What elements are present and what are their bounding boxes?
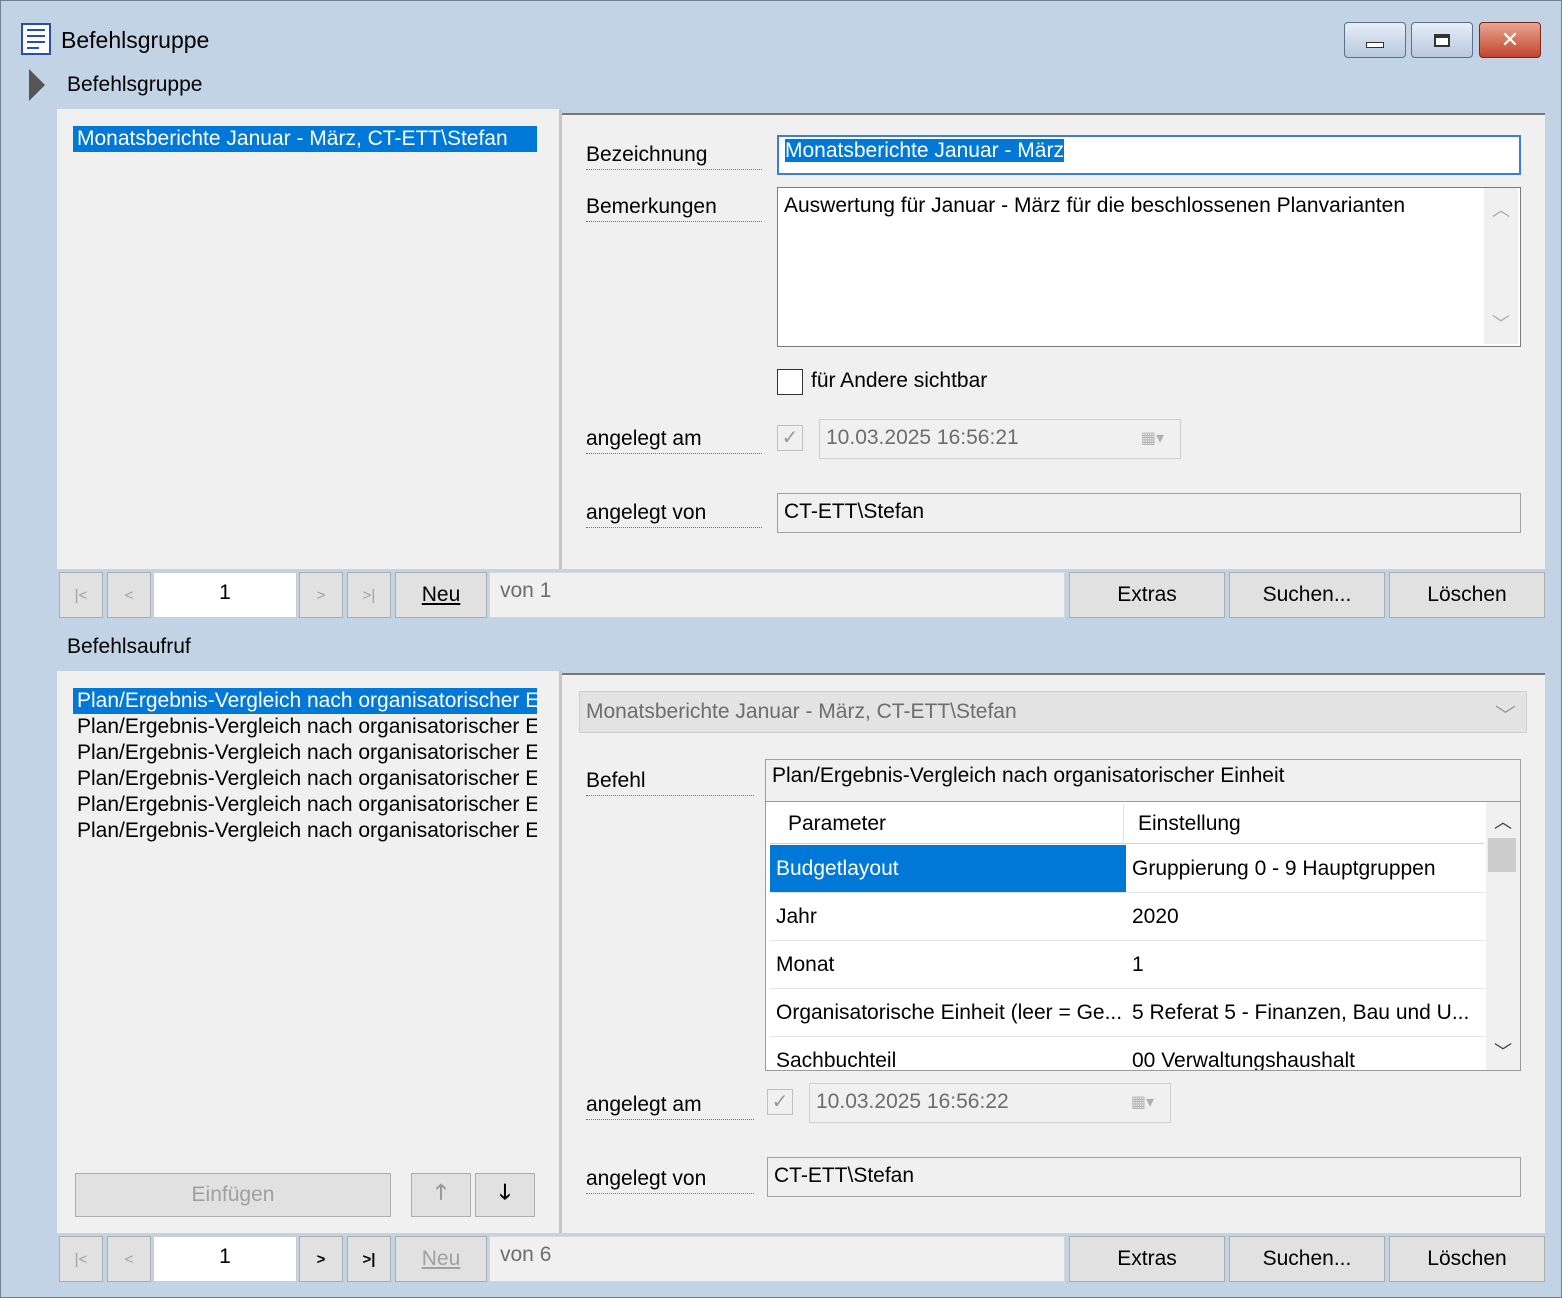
group-select-value: Monatsberichte Januar - März, CT-ETT\Ste… xyxy=(586,700,1017,723)
last-record-button[interactable]: >| xyxy=(347,572,391,618)
arrow-down-icon: 🡓 xyxy=(499,1180,511,1204)
suchen-button[interactable]: Suchen... xyxy=(1229,572,1385,618)
aufruf-loeschen-button[interactable]: Löschen xyxy=(1389,1236,1545,1282)
angelegt-am-checkbox: ✓ xyxy=(777,425,803,451)
sichtbar-checkbox[interactable] xyxy=(777,369,803,395)
grid-value-cell[interactable]: 1 xyxy=(1126,941,1484,989)
scroll-thumb[interactable] xyxy=(1488,838,1516,872)
aufruf-next-record-button[interactable]: > xyxy=(299,1236,343,1282)
aufruf-record-count: von 6 xyxy=(489,1236,1065,1282)
aufruf-angelegt-am-checkbox: ✓ xyxy=(767,1089,793,1115)
einfuegen-button[interactable]: Einfügen xyxy=(75,1173,391,1217)
bemerkungen-value: Auswertung für Januar - März für die bes… xyxy=(784,194,1405,217)
grid-value-cell[interactable]: 2020 xyxy=(1126,893,1484,941)
neu-button-label: Neu xyxy=(421,583,461,606)
main-window: Befehlsgruppe ✕ Befehlsgruppe Monatsberi… xyxy=(0,0,1562,1298)
scroll-up-icon[interactable]: ︿ xyxy=(1492,196,1510,222)
move-up-button[interactable]: 🡑 xyxy=(411,1173,471,1217)
first-record-button[interactable]: |< xyxy=(59,572,103,618)
aufruf-angelegt-am-label: angelegt am xyxy=(586,1093,754,1120)
sichtbar-label: für Andere sichtbar xyxy=(811,369,988,392)
restore-icon xyxy=(1434,33,1450,47)
aufruf-angelegt-von-label: angelegt von xyxy=(586,1167,754,1194)
neu-button[interactable]: Neu xyxy=(395,572,487,618)
bemerkungen-textarea[interactable]: Auswertung für Januar - März für die bes… xyxy=(777,187,1521,347)
restore-button[interactable] xyxy=(1411,22,1473,58)
aufruf-extras-button[interactable]: Extras xyxy=(1069,1236,1225,1282)
next-record-button[interactable]: > xyxy=(299,572,343,618)
aufruf-section-header: Befehlsaufruf xyxy=(57,621,1545,671)
aufruf-section-title: Befehlsaufruf xyxy=(67,635,191,658)
angelegt-am-value: 10.03.2025 16:56:21 xyxy=(826,426,1019,449)
group-list-item[interactable]: Monatsberichte Januar - März, CT-ETT\Ste… xyxy=(73,126,537,152)
bemerkungen-label: Bemerkungen xyxy=(586,195,762,222)
aufruf-list-item[interactable]: Plan/Ergebnis-Vergleich nach organisator… xyxy=(73,740,537,766)
scroll-down-icon[interactable]: ﹀ xyxy=(1492,310,1510,336)
close-icon: ✕ xyxy=(1500,27,1520,52)
aufruf-list-item[interactable]: Plan/Ergebnis-Vergleich nach organisator… xyxy=(73,792,537,818)
minimize-icon xyxy=(1366,42,1384,48)
grid-scrollbar[interactable]: ︿ ﹀ xyxy=(1486,802,1520,1070)
column-header-parameter[interactable]: Parameter xyxy=(770,804,1124,844)
aufruf-neu-button[interactable]: Neu xyxy=(395,1236,487,1282)
bezeichnung-label: Bezeichnung xyxy=(586,143,762,170)
column-header-einstellung[interactable]: Einstellung xyxy=(1124,804,1484,844)
grid-value-cell[interactable]: Gruppierung 0 - 9 Hauptgruppen xyxy=(1126,845,1484,893)
window-title: Befehlsgruppe xyxy=(61,27,210,53)
angelegt-am-label: angelegt am xyxy=(586,427,762,454)
bezeichnung-input[interactable]: Monatsberichte Januar - März xyxy=(777,135,1521,175)
aufruf-list-item[interactable]: Plan/Ergebnis-Vergleich nach organisator… xyxy=(73,688,537,714)
aufruf-list-item[interactable]: Plan/Ergebnis-Vergleich nach organisator… xyxy=(73,714,537,740)
grid-param-cell[interactable]: Organisatorische Einheit (leer = Ge... xyxy=(770,989,1126,1037)
befehl-field: Plan/Ergebnis-Vergleich nach organisator… xyxy=(765,759,1521,803)
move-down-button[interactable]: 🡓 xyxy=(475,1173,535,1217)
aufruf-first-record-button[interactable]: |< xyxy=(59,1236,103,1282)
calendar-dropdown-icon: ▦▾ xyxy=(1130,1094,1154,1111)
aufruf-last-record-button[interactable]: >| xyxy=(347,1236,391,1282)
scroll-down-icon[interactable]: ﹀ xyxy=(1494,1038,1512,1064)
title-bar[interactable]: Befehlsgruppe ✕ xyxy=(1,1,1561,65)
collapse-triangle-icon[interactable] xyxy=(29,69,45,101)
extras-button[interactable]: Extras xyxy=(1069,572,1225,618)
scroll-up-icon[interactable]: ︿ xyxy=(1494,808,1512,834)
app-icon xyxy=(21,23,51,55)
parameter-grid[interactable]: Parameter Einstellung Budgetlayout Grupp… xyxy=(765,801,1521,1071)
grid-param-cell[interactable]: Jahr xyxy=(770,893,1126,941)
bezeichnung-value: Monatsberichte Januar - März xyxy=(785,139,1064,162)
grid-param-cell[interactable]: Monat xyxy=(770,941,1126,989)
aufruf-angelegt-von-field: CT-ETT\Stefan xyxy=(767,1157,1521,1197)
group-list[interactable] xyxy=(57,109,559,569)
aufruf-suchen-button[interactable]: Suchen... xyxy=(1229,1236,1385,1282)
group-section-header: Befehlsgruppe xyxy=(57,65,1545,109)
aufruf-list-item[interactable]: Plan/Ergebnis-Vergleich nach organisator… xyxy=(73,766,537,792)
angelegt-von-field: CT-ETT\Stefan xyxy=(777,493,1521,533)
calendar-dropdown-icon: ▦▾ xyxy=(1140,430,1164,447)
record-count: von 1 xyxy=(489,572,1065,618)
group-select-dropdown: Monatsberichte Januar - März, CT-ETT\Ste… xyxy=(579,691,1527,733)
befehl-label: Befehl xyxy=(586,769,754,796)
close-button[interactable]: ✕ xyxy=(1479,22,1541,58)
minimize-button[interactable] xyxy=(1344,22,1406,58)
aufruf-record-number-input[interactable]: 1 xyxy=(153,1236,297,1282)
grid-value-cell[interactable]: 5 Referat 5 - Finanzen, Bau und U... xyxy=(1126,989,1484,1037)
chevron-down-icon: ﹀ xyxy=(1495,705,1516,728)
grid-param-cell[interactable]: Budgetlayout xyxy=(770,845,1126,893)
angelegt-am-datepicker: 10.03.2025 16:56:21 ▦▾ xyxy=(819,419,1181,459)
record-number-input[interactable]: 1 xyxy=(153,572,297,618)
grid-param-cell[interactable]: Sachbuchteil xyxy=(770,1037,1126,1070)
arrow-up-icon: 🡑 xyxy=(435,1180,447,1204)
aufruf-list-item[interactable]: Plan/Ergebnis-Vergleich nach organisator… xyxy=(73,818,537,844)
aufruf-angelegt-am-value: 10.03.2025 16:56:22 xyxy=(816,1090,1009,1113)
aufruf-angelegt-am-datepicker: 10.03.2025 16:56:22 ▦▾ xyxy=(809,1083,1171,1123)
angelegt-von-label: angelegt von xyxy=(586,501,762,528)
aufruf-neu-button-label: Neu xyxy=(421,1247,461,1270)
aufruf-prev-record-button[interactable]: < xyxy=(107,1236,151,1282)
group-section-title: Befehlsgruppe xyxy=(67,73,203,96)
loeschen-button[interactable]: Löschen xyxy=(1389,572,1545,618)
bemerkungen-scrollbar[interactable]: ︿ ﹀ xyxy=(1484,188,1518,344)
grid-value-cell[interactable]: 00 Verwaltungshaushalt xyxy=(1126,1037,1484,1070)
prev-record-button[interactable]: < xyxy=(107,572,151,618)
